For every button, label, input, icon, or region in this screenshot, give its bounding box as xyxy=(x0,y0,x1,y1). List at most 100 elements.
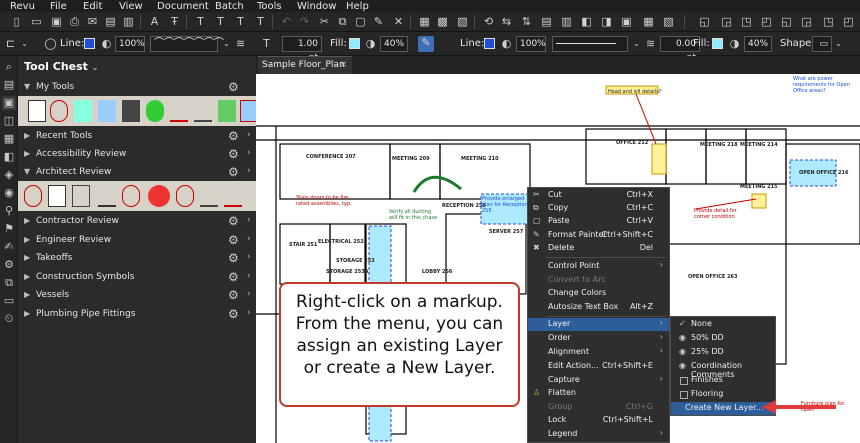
opacity-icon[interactable]: ◐ xyxy=(500,37,513,50)
stamp-icon[interactable]: ⚑ xyxy=(2,222,16,236)
menu-window[interactable]: Window xyxy=(297,1,346,12)
note-markup[interactable]: Provide enlarged plan for Reception 255 xyxy=(482,196,528,214)
menu-item-autosize-text-box[interactable]: Autosize Text Box Alt+Z xyxy=(528,301,669,314)
section-architect-review[interactable]: ▼ Architect Review ⚙ › xyxy=(18,163,256,181)
fill-color-swatch[interactable] xyxy=(349,38,360,49)
align-top-icon[interactable]: ◰ xyxy=(760,15,773,28)
snap-icon[interactable]: ▩ xyxy=(436,15,449,28)
section-contractor-review[interactable]: ▶ Contractor Review ⚙ › xyxy=(18,212,256,230)
gear-icon[interactable]: ⚙ xyxy=(228,129,239,143)
menu-item-flatten[interactable]: ♙ Flatten xyxy=(528,387,669,400)
fill2-opacity-field[interactable]: 40% xyxy=(744,36,772,52)
chevron-down-icon[interactable]: ⌄ xyxy=(630,37,643,50)
paste-icon[interactable]: ▢ xyxy=(354,15,367,28)
strikethrough-icon[interactable]: T xyxy=(214,15,227,28)
gear-icon[interactable]: ⚙ xyxy=(228,233,239,247)
compare-icon[interactable]: ▥ xyxy=(122,15,135,28)
line-pattern-icon[interactable]: ≋ xyxy=(234,37,247,50)
line2-zoom-field[interactable]: 100% xyxy=(516,36,546,52)
callout-tool[interactable] xyxy=(72,185,90,207)
new-document-icon[interactable]: ▯ xyxy=(10,15,23,28)
opacity-icon[interactable]: ◐ xyxy=(100,37,113,50)
select-tool-icon[interactable]: ⊏ xyxy=(4,37,17,50)
close-icon[interactable]: × xyxy=(339,60,347,70)
chevron-down-icon[interactable]: ⌄ xyxy=(18,37,31,50)
section-plumbing-pipe-fittings[interactable]: ▶ Plumbing Pipe Fittings ⚙ › xyxy=(18,305,256,323)
line-style-select[interactable] xyxy=(552,36,628,52)
menu-item-legend[interactable]: Legend › xyxy=(528,428,669,441)
redo-icon[interactable]: ↷ xyxy=(298,15,311,28)
links-icon[interactable]: ⚲ xyxy=(2,204,16,218)
close-icon[interactable]: ✕ xyxy=(392,15,405,28)
fill2-color-swatch[interactable] xyxy=(712,38,723,49)
note-markup[interactable]: What are power requirements for Open Off… xyxy=(793,76,859,94)
cloud-tool[interactable] xyxy=(24,185,42,207)
note-markup[interactable]: Stain doors to be fire rated assemblies,… xyxy=(296,195,356,207)
typewriter-icon[interactable]: Ŧ xyxy=(168,15,181,28)
section-vessels[interactable]: ▶ Vessels ⚙ › xyxy=(18,286,256,304)
gear-icon[interactable]: ⚙ xyxy=(228,80,239,94)
bookmarks-icon[interactable]: ◧ xyxy=(2,150,16,164)
arrow-tool[interactable] xyxy=(170,100,188,122)
ungroup-icon[interactable]: ▤ xyxy=(540,15,553,28)
thumbnails-icon[interactable]: ▤ xyxy=(2,78,16,92)
align-middle-icon[interactable]: ◱ xyxy=(780,15,793,28)
menu-item-cut[interactable]: ✂ Cut Ctrl+X xyxy=(528,189,669,202)
layer-item-none[interactable]: ✓ None xyxy=(671,318,775,331)
menu-item-order[interactable]: Order › xyxy=(528,332,669,345)
save-icon[interactable]: ▣ xyxy=(50,15,63,28)
chevron-down-icon[interactable]: ⌄ xyxy=(832,37,845,50)
area-tool[interactable] xyxy=(98,100,116,122)
layers-icon[interactable]: ◈ xyxy=(2,168,16,182)
menu-item-paste[interactable]: ▢ Paste Ctrl+V xyxy=(528,215,669,228)
stamp-tool[interactable] xyxy=(148,185,170,207)
layer-item-finishes[interactable]: Finishes xyxy=(671,374,775,387)
space-horizontal-icon[interactable]: ◳ xyxy=(822,15,835,28)
shape-select[interactable]: ▭ xyxy=(812,36,832,52)
cloud-plus-tool[interactable] xyxy=(146,100,164,122)
menu-item-format-painter[interactable]: ✎ Format Painter Ctrl+Shift+C xyxy=(528,229,669,242)
text-icon[interactable]: T xyxy=(260,37,273,50)
align-bottom-icon[interactable]: ◲ xyxy=(800,15,813,28)
note-markup[interactable]: Head and sill details? xyxy=(608,89,661,95)
menu-tools[interactable]: Tools xyxy=(257,1,297,12)
menu-item-lock[interactable]: Lock Ctrl+Shift+L xyxy=(528,414,669,427)
cloud-tool-2[interactable] xyxy=(122,185,140,207)
menu-item-capture[interactable]: Capture › xyxy=(528,374,669,387)
line2-color-swatch[interactable] xyxy=(484,38,495,49)
history-icon[interactable]: ⏲ xyxy=(2,312,16,326)
text-box-icon[interactable]: A xyxy=(148,15,161,28)
pen-tool-icon[interactable]: ✎ xyxy=(418,36,434,52)
undo-icon[interactable]: ↶ xyxy=(280,15,293,28)
tab-sample-floor-plan[interactable]: Sample Floor_Plan × xyxy=(258,56,352,74)
chevron-down-icon[interactable]: ⌄ xyxy=(220,37,233,50)
studio-icon[interactable]: ⧉ xyxy=(2,276,16,290)
highlight-text-icon[interactable]: T xyxy=(234,15,247,28)
menu-item-layer[interactable]: Layer › xyxy=(528,318,669,331)
toolchest-icon[interactable]: ▣ xyxy=(2,96,16,110)
layer-item-50-dd[interactable]: ◉ 50% DD xyxy=(671,332,775,345)
menu-batch[interactable]: Batch xyxy=(215,1,257,12)
menu-item-edit-action[interactable]: Edit Action... Ctrl+Shift+E xyxy=(528,360,669,373)
print-icon[interactable]: ⎙ xyxy=(68,15,81,28)
cloud-style-select[interactable]: ⌒⌒⌒⌒⌒⌒⌒ xyxy=(150,36,224,52)
line-color-swatch[interactable] xyxy=(84,38,95,49)
menu-item-change-colors[interactable]: Change Colors xyxy=(528,287,669,300)
settings-icon[interactable]: ⚙ xyxy=(2,258,16,272)
section-takeoffs[interactable]: ▶ Takeoffs ⚙ › xyxy=(18,249,256,267)
gear-icon[interactable]: ⚙ xyxy=(228,147,239,161)
space-vertical-icon[interactable]: ◰ xyxy=(842,15,855,28)
section-accessibility-review[interactable]: ▶ Accessibility Review ⚙ › xyxy=(18,145,256,163)
stroke-width-field[interactable]: 1.00 pt xyxy=(282,36,322,63)
cloud-tool[interactable] xyxy=(50,100,68,122)
align-icon[interactable]: ▦ xyxy=(642,15,655,28)
replace-text-icon[interactable]: T xyxy=(254,15,267,28)
callout-tool[interactable] xyxy=(74,100,92,122)
arrow-red-tool[interactable] xyxy=(224,185,242,207)
brush-icon[interactable]: ✎ xyxy=(372,15,385,28)
note-markup[interactable]: Verify all ducting will fit in this chas… xyxy=(389,209,439,221)
menu-item-copy[interactable]: ⧉ Copy Ctrl+C xyxy=(528,202,669,215)
search-icon[interactable]: ⌕ xyxy=(2,60,16,74)
measurements-icon[interactable]: ◉ xyxy=(2,186,16,200)
order-icon[interactable]: ◧ xyxy=(580,15,593,28)
